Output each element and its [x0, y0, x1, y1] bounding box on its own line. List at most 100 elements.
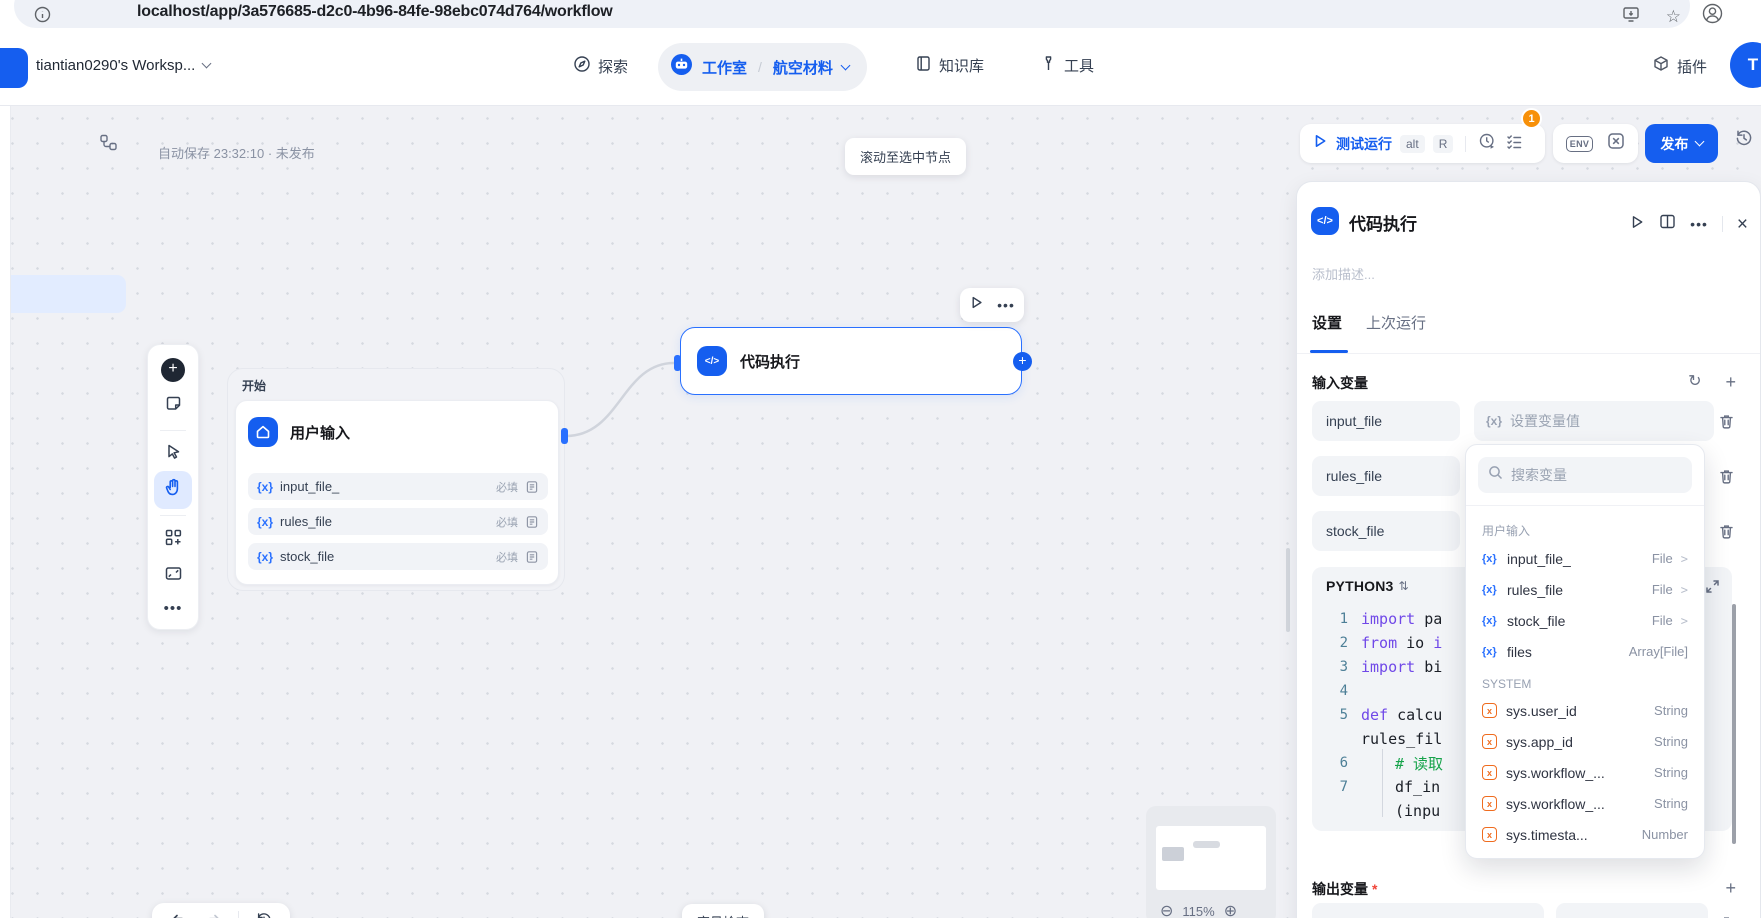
run-history-icon[interactable]: [1478, 132, 1497, 156]
node-more-icon[interactable]: •••: [997, 297, 1015, 313]
add-next-node-button[interactable]: +: [1013, 352, 1032, 371]
code-token: bi: [1415, 658, 1443, 676]
trash-icon[interactable]: [1718, 468, 1735, 490]
add-node-button[interactable]: +: [161, 358, 185, 382]
add-input-variable-icon[interactable]: +: [1725, 373, 1736, 391]
env-button[interactable]: ENV: [1565, 135, 1594, 152]
tab-settings[interactable]: 设置: [1312, 312, 1342, 333]
panel-play-icon[interactable]: [1629, 214, 1645, 235]
start-node-output-handle[interactable]: [561, 428, 568, 444]
expand-editor-icon[interactable]: [1705, 579, 1720, 599]
panel-more-icon[interactable]: •••: [1690, 216, 1708, 232]
workflow-editor-app: localhost/app/3a576685-d2c0-4b96-84fe-98…: [0, 0, 1761, 918]
variable-option[interactable]: x sys.workflow_... String: [1478, 757, 1692, 788]
add-note-icon[interactable]: [164, 394, 183, 418]
variable-option-name: input_file_: [1507, 550, 1571, 567]
description-placeholder[interactable]: 添加描述...: [1312, 264, 1375, 283]
value-placeholder: 设置变量值: [1510, 413, 1581, 429]
checklist-icon[interactable]: [1505, 132, 1524, 156]
trash-icon[interactable]: [1718, 523, 1735, 545]
output-name-field[interactable]: result: [1312, 903, 1544, 918]
variable-option[interactable]: x sys.app_id String: [1478, 726, 1692, 757]
code-line: 5 def calcu: [1318, 703, 1443, 727]
scroll-to-node-tooltip[interactable]: 滚动至选中节点: [845, 138, 967, 175]
add-output-variable-icon[interactable]: +: [1725, 879, 1736, 897]
organize-nodes-icon[interactable]: [164, 528, 183, 552]
nav-item-explore[interactable]: 探索: [573, 55, 628, 77]
variable-option[interactable]: x sys.timesta... Number: [1478, 819, 1692, 850]
test-run-button[interactable]: 测试运行: [1336, 134, 1392, 154]
workspace-switcher[interactable]: tiantian0290's Worksp...: [36, 57, 212, 74]
code-execution-node[interactable]: </> 代码执行: [680, 327, 1022, 395]
start-group-node[interactable]: 开始 用户输入 {x} input_file_ 必填 {x} rules_file 必填{…: [227, 368, 565, 591]
start-node-fields: {x} input_file_ 必填 {x} rules_file 必填 {x} stock_…: [248, 473, 548, 570]
variable-option-name: sys.user_id: [1506, 702, 1577, 719]
nav-item-studio[interactable]: 工作室: [702, 57, 747, 78]
fit-view-icon[interactable]: [164, 564, 183, 588]
more-tools-icon[interactable]: •••: [164, 600, 183, 617]
close-icon[interactable]: ×: [1737, 215, 1748, 234]
variable-value-field[interactable]: {x} 设置变量值: [1474, 401, 1714, 441]
variable-option[interactable]: {x} stock_file File >: [1478, 605, 1692, 636]
hand-tool-active[interactable]: [154, 471, 192, 509]
change-history-icon[interactable]: [255, 911, 273, 918]
code-lines[interactable]: 1 import pa 2 from io i 3 import bi 4 5 def calc…: [1318, 607, 1444, 823]
code-line: 2 from io i: [1318, 631, 1443, 655]
variable-option[interactable]: x sys.workflow_... String: [1478, 788, 1692, 819]
nav-item-knowledge[interactable]: 知识库: [915, 55, 984, 76]
site-info-icon[interactable]: [34, 6, 51, 28]
variable-name-field[interactable]: stock_file: [1312, 511, 1460, 551]
node-outline-icon[interactable]: [99, 133, 118, 157]
robot-icon[interactable]: [670, 53, 693, 81]
nav-item-tools[interactable]: 工具: [1040, 55, 1094, 76]
browser-bar: localhost/app/3a576685-d2c0-4b96-84fe-98…: [0, 0, 1761, 30]
tab-last-run[interactable]: 上次运行: [1366, 312, 1426, 333]
variable-option[interactable]: {x} rules_file File >: [1478, 574, 1692, 605]
variable-name-field[interactable]: input_file: [1312, 401, 1460, 441]
url-text[interactable]: localhost/app/3a576685-d2c0-4b96-84fe-98…: [137, 3, 613, 21]
nav-item-plugins[interactable]: 插件: [1652, 55, 1707, 77]
split-view-icon[interactable]: [1659, 213, 1676, 235]
start-node-field[interactable]: {x} stock_file 必填: [248, 543, 548, 570]
variable-option[interactable]: {x} input_file_ File >: [1478, 543, 1692, 574]
input-variable-row: input_file {x} 设置变量值: [1312, 401, 1746, 441]
panel-scrollbar[interactable]: [1732, 604, 1736, 844]
zoom-out-icon[interactable]: ⊖: [1160, 901, 1173, 918]
bookmark-star-icon[interactable]: ☆: [1666, 8, 1681, 25]
variable-check-button[interactable]: 变量检查: [682, 904, 765, 918]
install-app-icon[interactable]: [1622, 5, 1640, 28]
variable-option-name: rules_file: [1507, 581, 1564, 598]
variable-icon: {x}: [257, 514, 274, 529]
node-play-icon[interactable]: [969, 295, 984, 315]
variable-option[interactable]: {x} files Array[File]: [1478, 636, 1692, 667]
variable-inspect-icon[interactable]: [1607, 132, 1625, 155]
play-icon[interactable]: [1312, 133, 1328, 154]
zoom-level[interactable]: 115%: [1182, 904, 1214, 918]
redo-icon[interactable]: [204, 911, 222, 918]
publish-label: 发布: [1660, 135, 1689, 152]
pointer-icon[interactable]: [165, 443, 182, 465]
version-history-icon[interactable]: [1734, 128, 1754, 153]
variable-name-field[interactable]: rules_file: [1312, 456, 1460, 496]
variable-option[interactable]: x sys.user_id String: [1478, 695, 1692, 726]
zoom-in-icon[interactable]: ⊕: [1224, 901, 1237, 918]
start-node-field[interactable]: {x} input_file_ 必填: [248, 473, 548, 500]
code-node-input-handle[interactable]: [674, 355, 681, 371]
refresh-icon[interactable]: ↻: [1688, 374, 1701, 390]
code-token: import: [1361, 658, 1416, 676]
panel-resize-handle[interactable]: [1286, 548, 1290, 632]
user-avatar[interactable]: T: [1730, 42, 1761, 88]
browser-profile-icon[interactable]: [1702, 3, 1723, 29]
chevron-down-icon[interactable]: [840, 60, 851, 70]
start-node-field[interactable]: {x} rules_file 必填: [248, 508, 548, 535]
user-input-node[interactable]: 用户输入 {x} input_file_ 必填 {x} rules_file 必填 {x} s…: [235, 400, 559, 585]
variable-search-input[interactable]: 搜索变量: [1478, 457, 1692, 493]
app-logo-tile[interactable]: [0, 48, 28, 88]
breadcrumb-app-name[interactable]: 航空材料: [773, 57, 833, 78]
trash-icon[interactable]: [1718, 413, 1735, 435]
undo-icon[interactable]: [170, 911, 188, 918]
code-token: import: [1361, 610, 1416, 628]
code-language-selector[interactable]: PYTHON3: [1326, 578, 1394, 594]
output-type-select[interactable]: String: [1556, 903, 1708, 918]
publish-button[interactable]: 发布: [1645, 124, 1718, 163]
